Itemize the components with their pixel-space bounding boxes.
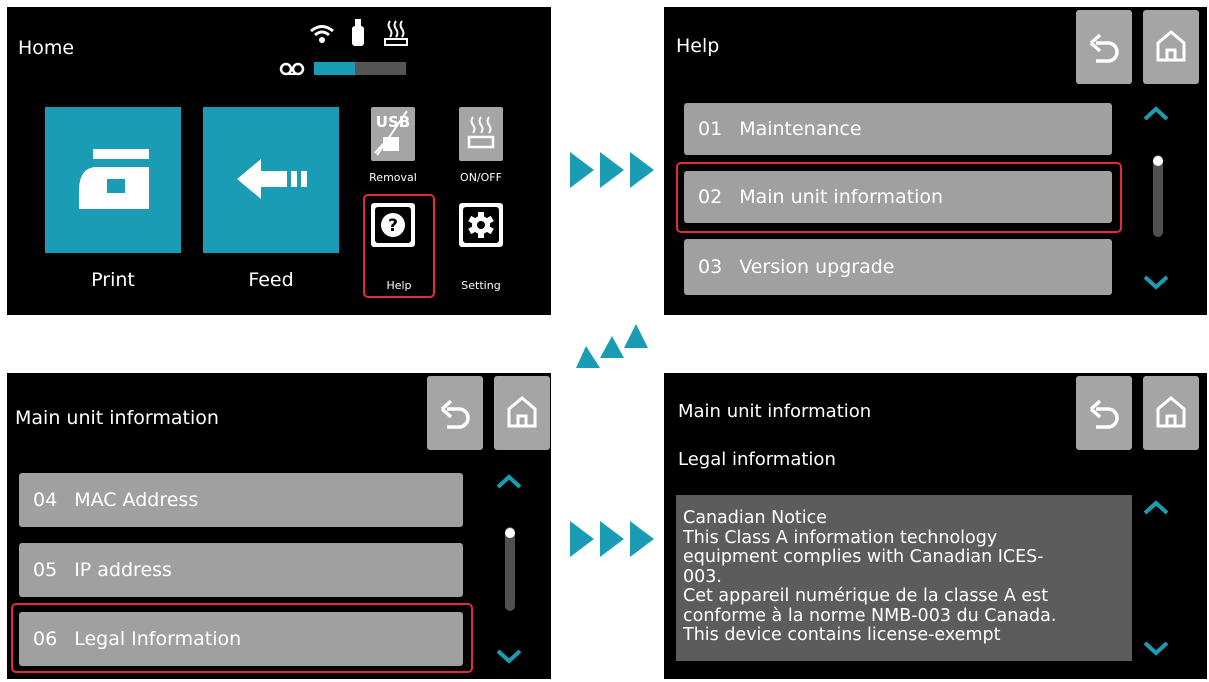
legal-text-line: 003.: [683, 566, 722, 587]
legal-info-screen: Main unit information Legal information …: [664, 373, 1207, 679]
svg-text:USB: USB: [376, 113, 410, 131]
usb-removal-icon: USB: [374, 110, 410, 156]
scroll-down-icon[interactable]: [494, 645, 524, 665]
page-title: Home: [18, 37, 75, 59]
flow-arrow-right-icon: [570, 521, 654, 557]
back-button[interactable]: [1076, 10, 1132, 84]
heater-toggle-button[interactable]: [459, 107, 503, 161]
ribbon-level-fill: [314, 62, 356, 75]
legal-text-line: Cet appareil numérique de la classe A es…: [683, 586, 1049, 606]
back-arrow-icon: [1089, 33, 1119, 63]
removal-label: Removal: [369, 171, 417, 184]
ribbon-icon: [279, 61, 305, 76]
help-label: Help: [386, 279, 412, 292]
svg-text:?: ?: [388, 216, 398, 236]
heater-button-icon: [467, 116, 495, 149]
gear-icon: [463, 207, 499, 243]
list-item[interactable]: 04 MAC Address: [19, 473, 463, 527]
page-subtitle: Legal information: [678, 449, 836, 470]
setting-button[interactable]: [459, 203, 503, 247]
home-icon: [1156, 396, 1186, 428]
question-icon: ?: [375, 207, 411, 243]
setting-label: Setting: [461, 279, 501, 292]
page-title: Main unit information: [678, 401, 872, 422]
feed-arrow-icon: [237, 159, 307, 199]
legal-text-line: Canadian Notice: [683, 508, 828, 528]
legal-text-line: conforme à la norme NMB-003 du Canada.: [683, 605, 1057, 626]
flow-arrow-down-left-icon: [576, 324, 648, 368]
heater-icon: [384, 19, 408, 47]
scrollbar[interactable]: [505, 527, 515, 611]
list-item[interactable]: 03 Version upgrade: [684, 239, 1112, 295]
home-button[interactable]: [494, 376, 550, 450]
legal-text-panel[interactable]: Canadian Notice This Class A information …: [676, 495, 1132, 661]
scroll-up-icon[interactable]: [1141, 105, 1171, 125]
list-item[interactable]: 06 Legal Information: [19, 612, 463, 666]
printer-icon: [79, 149, 149, 209]
scroll-thumb[interactable]: [1153, 156, 1163, 166]
legal-text-line: equipment complies with Canadian ICES-: [683, 547, 1044, 567]
back-arrow-icon: [440, 399, 470, 429]
feed-label: Feed: [248, 269, 294, 291]
back-button[interactable]: [427, 376, 483, 450]
page-title: Main unit information: [15, 407, 219, 429]
list-item[interactable]: 01 Maintenance: [684, 103, 1112, 155]
help-screen: Help 01 Maintenance 02 Main unit informati…: [664, 7, 1207, 315]
print-tile[interactable]: [45, 107, 181, 253]
list-item[interactable]: 02 Main unit information: [684, 171, 1112, 223]
home-screen: Home Print Feed USB Removal ON/OFF ? Hel…: [7, 7, 551, 315]
help-button[interactable]: ?: [371, 203, 415, 247]
print-label: Print: [91, 269, 135, 291]
page-title: Help: [676, 35, 720, 57]
main-unit-info-screen: Main unit information 04 MAC Address 05 IP…: [7, 373, 551, 679]
back-button[interactable]: [1076, 376, 1132, 450]
ribbon-level-bar: [314, 62, 406, 75]
home-icon: [507, 396, 537, 428]
home-icon: [1156, 30, 1186, 62]
scrollbar[interactable]: [1153, 155, 1163, 237]
scroll-down-icon[interactable]: [1141, 637, 1171, 657]
scroll-down-icon[interactable]: [1141, 271, 1171, 291]
home-button[interactable]: [1143, 10, 1199, 84]
home-button[interactable]: [1143, 376, 1199, 450]
scroll-up-icon[interactable]: [1141, 499, 1171, 519]
legal-text-line: This device contains license-exempt: [683, 625, 1001, 645]
scroll-up-icon[interactable]: [494, 473, 524, 493]
back-arrow-icon: [1089, 399, 1119, 429]
usb-removal-button[interactable]: USB: [371, 107, 415, 161]
wifi-icon: [309, 23, 335, 45]
list-item[interactable]: 05 IP address: [19, 543, 463, 597]
flow-arrow-right-icon: [570, 152, 654, 188]
feed-tile[interactable]: [203, 107, 339, 253]
onoff-label: ON/OFF: [460, 171, 502, 184]
legal-text-line: This Class A information technology: [683, 527, 998, 548]
scroll-thumb[interactable]: [505, 528, 515, 538]
usb-drive-icon: [351, 19, 365, 47]
legal-text: Canadian Notice This Class A information …: [676, 495, 1132, 646]
